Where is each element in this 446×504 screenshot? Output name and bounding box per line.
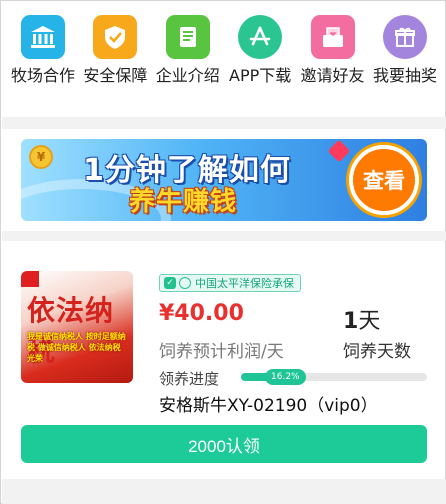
product-image[interactable]: 依法纳税 我是诚信纳税人 按时足额纳税 做诚信纳税人 依法纳税光荣: [21, 271, 133, 383]
feeding-days-value: 1天: [343, 303, 380, 335]
banner-view-button[interactable]: 查看: [349, 145, 419, 215]
feeding-days-number: 1: [343, 309, 359, 334]
menu-label: 牧场合作: [10, 66, 75, 85]
app-store-icon: [238, 15, 283, 59]
invite-letter-icon: [310, 15, 355, 59]
menu-item-safety[interactable]: 安全保障: [81, 15, 149, 115]
gift-icon: [382, 15, 427, 59]
section-divider: [2, 231, 446, 241]
daily-profit-label: 饲养预计利润/天: [159, 342, 284, 362]
menu-item-company-intro[interactable]: 企业介绍: [154, 15, 222, 115]
menu-item-app-download[interactable]: APP下载: [226, 15, 294, 115]
progress-label: 领养进度: [159, 370, 220, 388]
product-image-subtitle: 我是诚信纳税人 按时足额纳税 做诚信纳税人 依法纳税光荣: [27, 332, 126, 363]
product-name[interactable]: 安格斯牛XY-02190（vip0）: [159, 391, 378, 416]
app-frame: 牧场合作 安全保障 企业介绍 APP下载 邀请好友 我要抽奖 ¥ 1分钟了解如何…: [0, 0, 446, 504]
bottom-spacer: [2, 479, 446, 504]
document-icon: [165, 15, 210, 59]
claim-button[interactable]: 2000认领: [21, 425, 427, 463]
top-menu: 牧场合作 安全保障 企业介绍 APP下载 邀请好友 我要抽奖: [9, 15, 439, 115]
menu-item-lottery[interactable]: 我要抽奖: [371, 15, 439, 115]
menu-label: APP下载: [229, 66, 292, 85]
menu-label: 企业介绍: [155, 66, 220, 85]
heart-icon: [327, 139, 351, 163]
daily-profit-value: ¥40.00: [159, 301, 244, 326]
menu-label: 安全保障: [83, 66, 148, 85]
insurance-badge: ✓ 中国太平洋保险承保: [159, 274, 301, 292]
flag-icon: [21, 271, 39, 287]
menu-item-invite-friends[interactable]: 邀请好友: [299, 15, 367, 115]
promo-banner[interactable]: ¥ 1分钟了解如何 养牛赚钱 查看: [21, 139, 427, 221]
banner-subheadline: 养牛赚钱: [129, 187, 238, 217]
menu-label: 我要抽奖: [372, 66, 437, 85]
insurance-badge-text: 中国太平洋保险承保: [195, 277, 294, 290]
menu-label: 邀请好友: [300, 66, 365, 85]
feeding-days-label: 饲养天数: [343, 342, 411, 362]
menu-item-ranch-cooperation[interactable]: 牧场合作: [9, 15, 77, 115]
section-gap: [2, 117, 446, 129]
bank-icon: [21, 15, 65, 59]
coin-icon: ¥: [29, 145, 53, 169]
feeding-days-unit: 天: [358, 309, 381, 334]
shield-check-icon: [93, 15, 138, 59]
shield-icon: ✓: [164, 277, 176, 289]
seal-icon: [179, 277, 191, 289]
progress-percent: 16.2%: [265, 369, 306, 385]
